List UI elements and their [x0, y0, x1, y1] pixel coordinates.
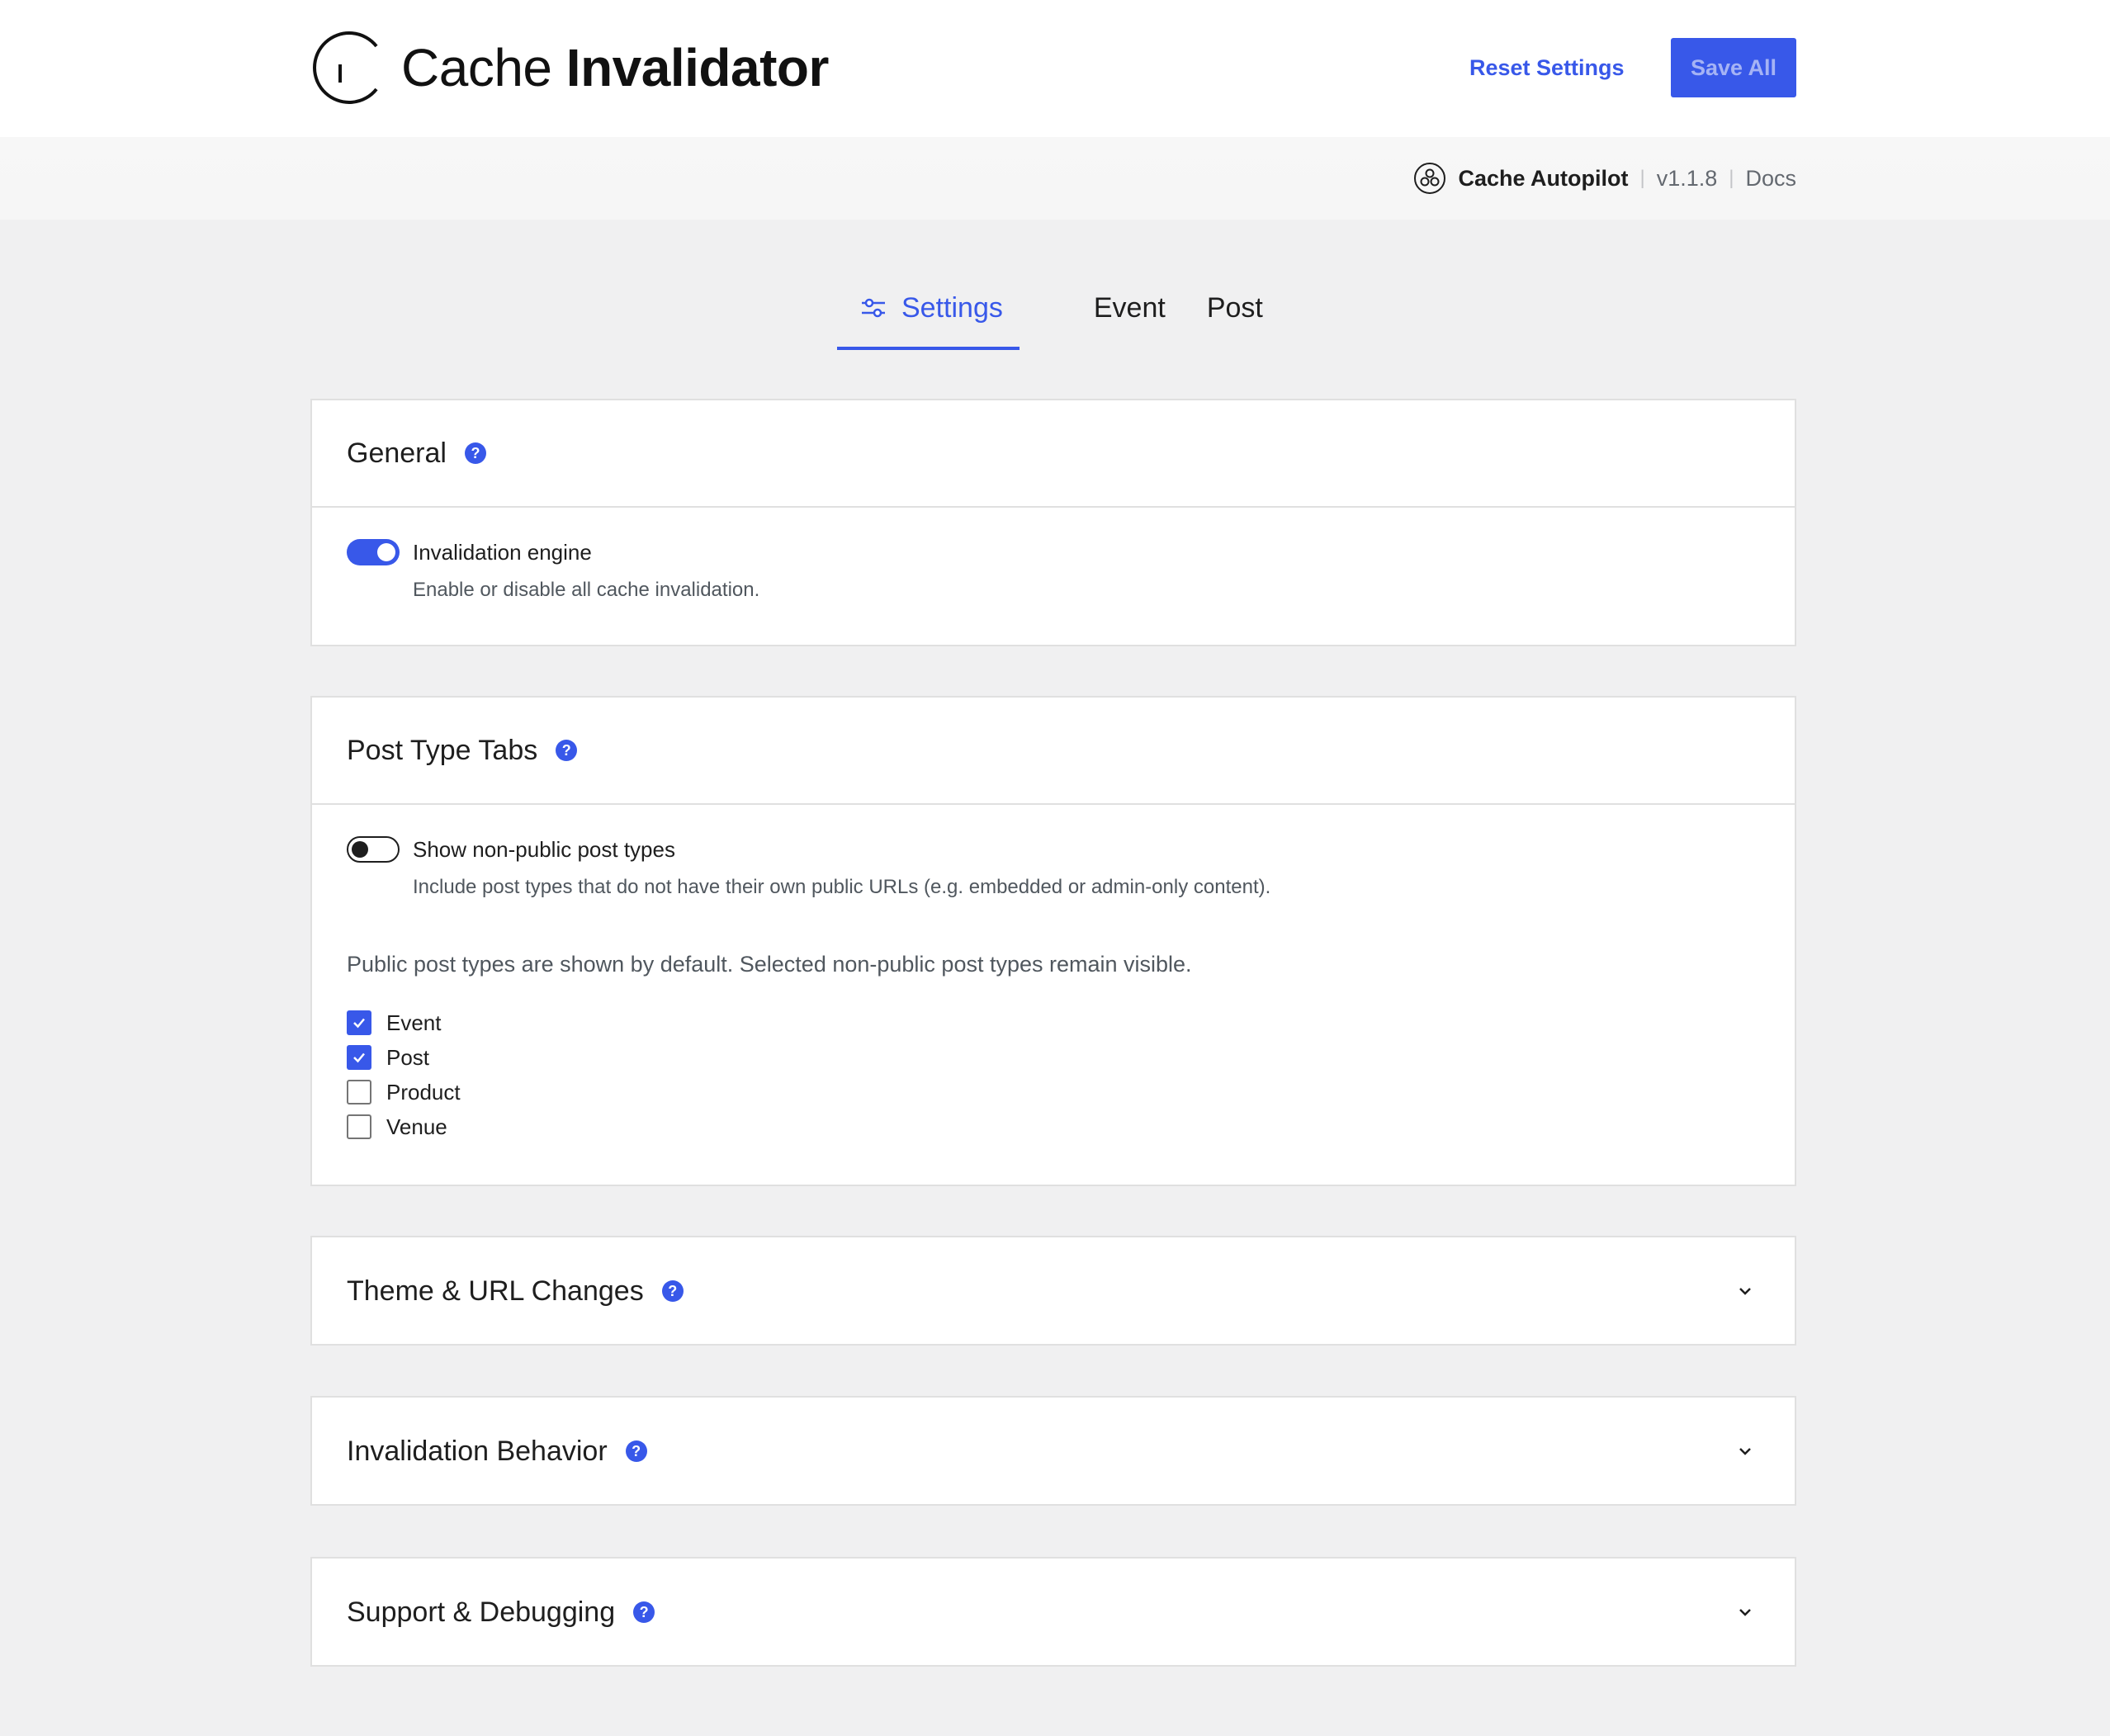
- show-non-public-toggle[interactable]: [347, 836, 400, 863]
- post-type-tabs-header: Post Type Tabs ?: [312, 698, 1795, 805]
- reset-settings-button[interactable]: Reset Settings: [1469, 51, 1625, 84]
- show-non-public-label: Show non-public post types: [413, 836, 675, 862]
- docs-link[interactable]: Docs: [1745, 166, 1796, 192]
- product-checkbox[interactable]: [347, 1080, 371, 1105]
- checkmark-icon: [353, 1052, 365, 1063]
- app-title-light: Cache: [401, 38, 566, 97]
- checkbox-label: Product: [386, 1079, 461, 1105]
- chevron-down-icon[interactable]: [1737, 1283, 1753, 1299]
- help-icon[interactable]: ?: [633, 1601, 655, 1623]
- invalidation-engine-help: Enable or disable all cache invalidation…: [413, 579, 760, 601]
- list-item: Event: [347, 1005, 1760, 1040]
- checkbox-label: Post: [386, 1044, 430, 1070]
- panel-title: General: [347, 437, 447, 469]
- post-checkbox[interactable]: [347, 1045, 371, 1070]
- help-icon[interactable]: ?: [556, 740, 578, 761]
- help-icon[interactable]: ?: [464, 442, 486, 464]
- tab-event[interactable]: Event: [1094, 286, 1166, 350]
- chevron-down-icon[interactable]: [1737, 1604, 1753, 1620]
- post-types-info: Public post types are shown by default. …: [347, 952, 1192, 977]
- general-panel-header: General ?: [312, 400, 1795, 508]
- tab-settings-label: Settings: [901, 292, 1003, 324]
- brand: Cache Invalidator: [309, 30, 829, 106]
- separator: |: [1729, 167, 1734, 189]
- checkmark-icon: [353, 1018, 365, 1029]
- help-icon[interactable]: ?: [625, 1440, 647, 1462]
- invalidation-engine-label: Invalidation engine: [413, 539, 592, 565]
- section-header[interactable]: Support & Debugging ?: [312, 1559, 1795, 1666]
- post-type-tabs-panel: Post Type Tabs ? Show non-public post ty…: [310, 696, 1796, 1186]
- list-item: Post: [347, 1040, 1760, 1075]
- panel-title: Support & Debugging: [347, 1596, 616, 1628]
- theme-url-changes-panel[interactable]: Theme & URL Changes ?: [310, 1236, 1796, 1346]
- checkbox-label: Event: [386, 1010, 442, 1035]
- plugin-info-bar: Cache Autopilot | v1.1.8 | Docs: [0, 137, 2110, 220]
- venue-checkbox[interactable]: [347, 1114, 371, 1139]
- show-non-public-help: Include post types that do not have thei…: [413, 876, 1271, 898]
- panel-title: Post Type Tabs: [347, 734, 538, 766]
- main-tabs: Settings Event Post: [837, 286, 1263, 350]
- list-item: Product: [347, 1075, 1760, 1109]
- chevron-down-icon[interactable]: [1737, 1443, 1753, 1459]
- panel-title: Theme & URL Changes: [347, 1275, 644, 1307]
- section-header[interactable]: Invalidation Behavior ?: [312, 1398, 1795, 1505]
- version-label: v1.1.8: [1656, 165, 1718, 191]
- product-name: Cache Autopilot: [1458, 165, 1629, 191]
- panel-title: Invalidation Behavior: [347, 1435, 608, 1467]
- cache-invalidator-logo-icon: [309, 30, 381, 106]
- section-header[interactable]: Theme & URL Changes ?: [312, 1237, 1795, 1345]
- tab-settings[interactable]: Settings: [837, 286, 1020, 350]
- save-all-button[interactable]: Save All: [1671, 38, 1796, 97]
- app-title-bold: Invalidator: [565, 38, 830, 97]
- general-panel: General ? Invalidation engine Enable or …: [310, 399, 1796, 646]
- support-debugging-panel[interactable]: Support & Debugging ?: [310, 1557, 1796, 1667]
- sliders-icon: [862, 298, 885, 318]
- separator: |: [1639, 167, 1645, 189]
- invalidation-engine-toggle[interactable]: [347, 539, 400, 565]
- cache-autopilot-logo-icon: [1413, 162, 1446, 195]
- invalidation-behavior-panel[interactable]: Invalidation Behavior ?: [310, 1396, 1796, 1506]
- help-icon[interactable]: ?: [661, 1280, 684, 1302]
- event-checkbox[interactable]: [347, 1010, 371, 1035]
- app-title: Cache Invalidator: [401, 41, 829, 94]
- list-item: Venue: [347, 1109, 1760, 1144]
- post-type-checklist: Event Post Product Venue: [347, 1005, 1760, 1144]
- tab-post[interactable]: Post: [1207, 286, 1263, 350]
- top-header-bar: Cache Invalidator Reset Settings Save Al…: [0, 0, 2110, 137]
- checkbox-label: Venue: [386, 1114, 447, 1139]
